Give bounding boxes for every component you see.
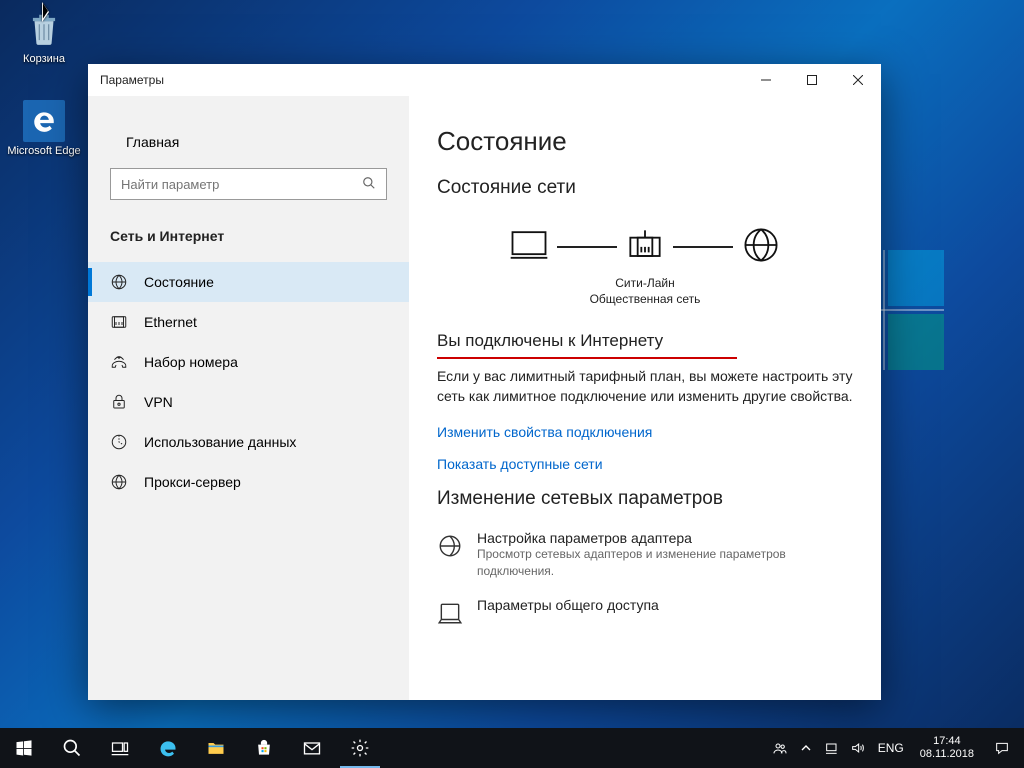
taskview-icon: [110, 738, 130, 758]
taskbar-edge[interactable]: [144, 728, 192, 768]
network-name: Сити-Лайн: [437, 276, 853, 292]
windows-icon: [14, 738, 34, 758]
connected-heading: Вы подключены к Интернету: [437, 331, 853, 351]
desktop-icon-edge[interactable]: Microsoft Edge: [6, 100, 82, 157]
desktop-icon-label: Корзина: [6, 53, 82, 65]
window-titlebar[interactable]: Параметры: [88, 64, 881, 96]
sidebar-item-label: Прокси-сервер: [144, 474, 241, 490]
setting-adapter-options[interactable]: Настройка параметров адаптера Просмотр с…: [437, 530, 853, 578]
folder-icon: [206, 738, 226, 758]
settings-sidebar: Главная Сеть и Интернет Состояние Ethern…: [88, 96, 409, 700]
mouse-cursor: [42, 2, 56, 22]
sidebar-item-data-usage[interactable]: Использование данных: [88, 422, 409, 462]
link-change-connection-properties[interactable]: Изменить свойства подключения: [437, 424, 853, 440]
setting-title: Параметры общего доступа: [477, 597, 659, 613]
sidebar-item-label: VPN: [144, 394, 173, 410]
sidebar-item-dialup[interactable]: Набор номера: [88, 342, 409, 382]
sidebar-item-label: Использование данных: [144, 434, 296, 450]
sidebar-item-ethernet[interactable]: Ethernet: [88, 302, 409, 342]
ethernet-icon: [110, 313, 128, 331]
settings-content: Состояние Состояние сети Сити-Лайн Общес…: [409, 96, 881, 700]
edge-icon: [31, 108, 57, 134]
connected-description: Если у вас лимитный тарифный план, вы мо…: [437, 367, 853, 406]
tray-clock[interactable]: 17:44 08.11.2018: [912, 735, 982, 761]
network-icon: [824, 740, 840, 756]
network-status-heading: Состояние сети: [437, 177, 853, 199]
window-close-button[interactable]: [835, 64, 881, 96]
tray-network[interactable]: [820, 728, 844, 768]
tray-chevron-up[interactable]: [794, 728, 818, 768]
sidebar-search[interactable]: [110, 168, 387, 200]
sidebar-item-label: Состояние: [144, 274, 214, 290]
taskbar-settings[interactable]: [336, 728, 384, 768]
window-title: Параметры: [88, 73, 164, 87]
taskbar: ENG 17:44 08.11.2018: [0, 728, 1024, 768]
gear-icon: [350, 738, 370, 758]
sidebar-item-label: Набор номера: [144, 354, 238, 370]
sharing-icon: [437, 600, 463, 626]
setting-title: Настройка параметров адаптера: [477, 530, 853, 546]
settings-window: Параметры Главная Сеть и Интернет Состоя…: [88, 64, 881, 700]
store-icon: [254, 738, 274, 758]
search-icon: [362, 176, 376, 193]
setting-sharing-options[interactable]: Параметры общего доступа: [437, 597, 853, 626]
link-show-available-networks[interactable]: Показать доступные сети: [437, 456, 853, 472]
start-button[interactable]: [0, 728, 48, 768]
sidebar-item-vpn[interactable]: VPN: [88, 382, 409, 422]
taskbar-taskview[interactable]: [96, 728, 144, 768]
tray-people[interactable]: [768, 728, 792, 768]
sidebar-section-title: Сеть и Интернет: [88, 222, 409, 262]
change-network-settings-heading: Изменение сетевых параметров: [437, 488, 853, 510]
tray-date: 08.11.2018: [920, 748, 974, 761]
notification-icon: [994, 740, 1010, 756]
edge-icon: [158, 738, 178, 758]
taskbar-search[interactable]: [48, 728, 96, 768]
system-tray: ENG 17:44 08.11.2018: [768, 728, 1024, 768]
sidebar-item-label: Ethernet: [144, 314, 197, 330]
people-icon: [772, 740, 788, 756]
setting-subtitle: Просмотр сетевых адаптеров и изменение п…: [477, 546, 853, 578]
sidebar-item-status[interactable]: Состояние: [88, 262, 409, 302]
taskbar-store[interactable]: [240, 728, 288, 768]
page-title: Состояние: [437, 126, 853, 157]
taskbar-explorer[interactable]: [192, 728, 240, 768]
vpn-icon: [110, 393, 128, 411]
tray-action-center[interactable]: [984, 740, 1020, 756]
adapter-icon: [437, 533, 463, 559]
sidebar-home[interactable]: Главная: [88, 124, 409, 160]
window-maximize-button[interactable]: [789, 64, 835, 96]
tray-time: 17:44: [920, 735, 974, 748]
taskbar-mail[interactable]: [288, 728, 336, 768]
annotation-underline: [437, 357, 737, 359]
proxy-icon: [110, 473, 128, 491]
dialup-icon: [110, 353, 128, 371]
network-diagram: [437, 217, 853, 274]
desktop-icon-label: Microsoft Edge: [6, 145, 82, 157]
search-input[interactable]: [121, 177, 362, 192]
chevron-up-icon: [798, 740, 814, 756]
router-icon: [623, 223, 667, 267]
window-minimize-button[interactable]: [743, 64, 789, 96]
tray-volume[interactable]: [846, 728, 870, 768]
search-icon: [62, 738, 82, 758]
globe-icon: [739, 223, 783, 267]
computer-icon: [507, 223, 551, 267]
volume-icon: [850, 740, 866, 756]
mail-icon: [302, 738, 322, 758]
data-usage-icon: [110, 433, 128, 451]
network-type: Общественная сеть: [437, 292, 853, 308]
tray-language[interactable]: ENG: [872, 741, 910, 755]
sidebar-home-label: Главная: [126, 134, 179, 150]
status-icon: [110, 273, 128, 291]
sidebar-item-proxy[interactable]: Прокси-сервер: [88, 462, 409, 502]
